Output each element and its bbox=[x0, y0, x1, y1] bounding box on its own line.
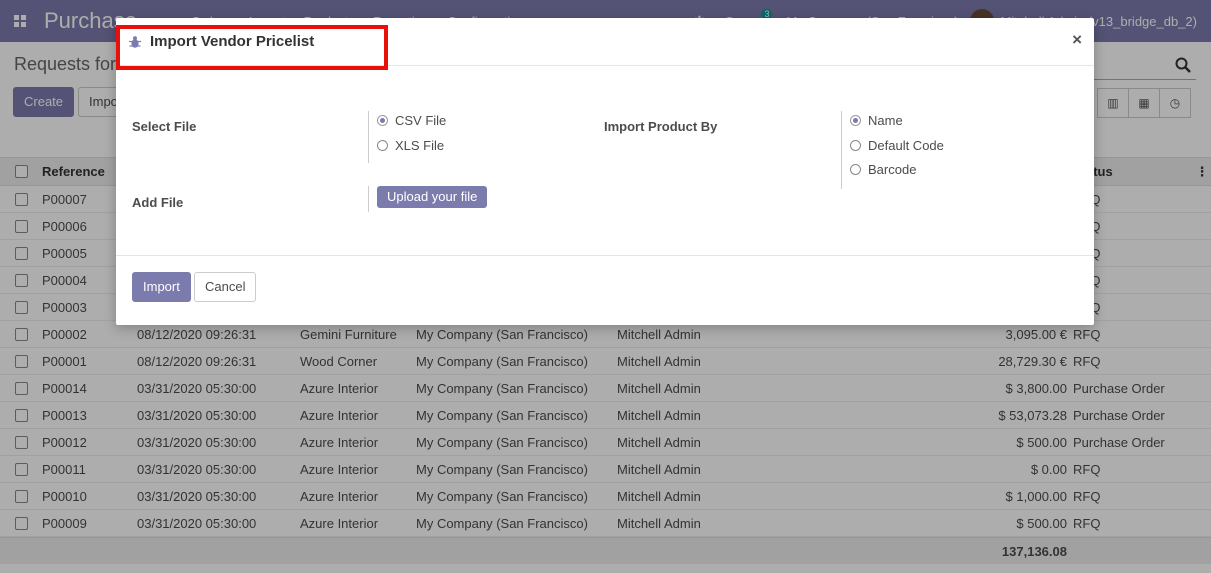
import-vendor-pricelist-dialog: Import Vendor Pricelist × Select File CS… bbox=[116, 18, 1094, 325]
radio-button[interactable] bbox=[850, 115, 861, 126]
import-by-label: Import Product By bbox=[604, 119, 718, 134]
radio-name[interactable]: Name bbox=[850, 113, 903, 128]
radio-button[interactable] bbox=[850, 140, 861, 151]
modal-body: Select File CSV File XLS File Import Pro… bbox=[116, 66, 1094, 256]
radio-button[interactable] bbox=[377, 140, 388, 151]
select-file-label: Select File bbox=[132, 119, 197, 134]
title-highlight-box bbox=[116, 25, 388, 70]
radio-barcode[interactable]: Barcode bbox=[850, 162, 916, 177]
radio-button[interactable] bbox=[377, 115, 388, 126]
import-confirm-button[interactable]: Import bbox=[132, 272, 191, 302]
add-file-label: Add File bbox=[132, 195, 184, 210]
radio-default-code[interactable]: Default Code bbox=[850, 138, 944, 153]
modal-footer: Import Cancel bbox=[116, 256, 1094, 324]
upload-file-button[interactable]: Upload your file bbox=[377, 186, 488, 208]
radio-csv-file[interactable]: CSV File bbox=[377, 113, 446, 128]
radio-xls-file[interactable]: XLS File bbox=[377, 138, 444, 153]
close-icon[interactable]: × bbox=[1072, 30, 1082, 50]
radio-button[interactable] bbox=[850, 164, 861, 175]
cancel-button[interactable]: Cancel bbox=[194, 272, 257, 302]
modal-header: Import Vendor Pricelist × bbox=[116, 18, 1094, 70]
